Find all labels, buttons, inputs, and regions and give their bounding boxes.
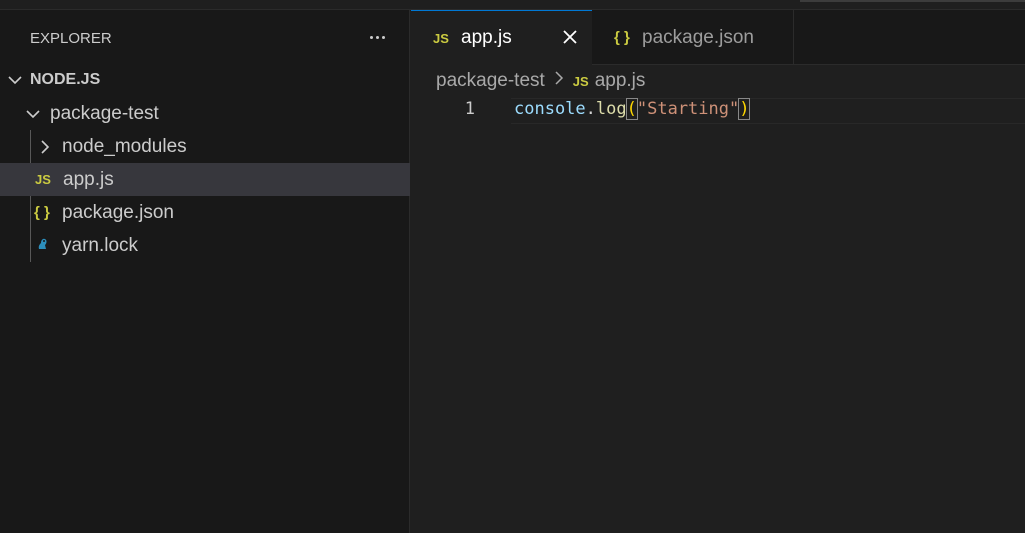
explorer-title: EXPLORER [30, 30, 112, 47]
tree-item-node-modules[interactable]: node_modules [0, 130, 410, 163]
code-line[interactable]: console.log("Starting") [514, 98, 751, 120]
ellipsis-icon[interactable] [364, 28, 390, 46]
chevron-right-icon [553, 70, 565, 92]
js-file-icon: JS [433, 30, 449, 46]
command-center[interactable] [800, 0, 1025, 2]
tree-item-label: app.js [63, 168, 114, 190]
tab-label: package.json [642, 26, 754, 48]
breadcrumb-file[interactable]: app.js [595, 70, 646, 92]
explorer-sidebar: EXPLORER NODE.JS package-test node_modul… [0, 10, 410, 533]
chevron-down-icon [24, 105, 42, 123]
code-editor[interactable]: 1 console.log("Starting") [411, 95, 1025, 533]
token-string: "Starting" [636, 99, 740, 119]
chevron-down-icon [6, 71, 24, 89]
tree-item-label: node_modules [62, 135, 187, 157]
json-file-icon: { } [34, 204, 50, 221]
token-object: console [514, 99, 586, 119]
tree-item-label: package.json [62, 201, 174, 223]
tab-label: app.js [461, 27, 512, 48]
breadcrumb: package-test JS app.js [436, 69, 645, 93]
json-file-icon: { } [614, 29, 630, 46]
tab-app-js[interactable]: JS app.js [411, 10, 592, 65]
js-file-icon: JS [35, 172, 51, 187]
chevron-right-icon [36, 138, 54, 156]
editor-tabs: JS app.js { } package.json [411, 10, 1025, 65]
token-close-paren: ) [738, 98, 751, 120]
yarn-icon [34, 234, 56, 258]
token-dot: . [585, 99, 596, 119]
tree-item-package-json[interactable]: { } package.json [0, 196, 410, 229]
js-file-icon: JS [572, 73, 589, 89]
tree-root-nodejs[interactable]: NODE.JS [0, 63, 410, 96]
tree-root-label: NODE.JS [30, 70, 101, 88]
tree-item-yarn-lock[interactable]: yarn.lock [0, 229, 410, 262]
token-open-paren: ( [625, 98, 638, 120]
tab-package-json[interactable]: { } package.json [592, 10, 794, 65]
close-icon[interactable] [560, 27, 580, 47]
tree-item-app-js[interactable]: JS app.js [0, 163, 410, 196]
breadcrumb-folder[interactable]: package-test [436, 70, 545, 92]
line-number: 1 [464, 99, 475, 119]
tree-folder-package-test[interactable]: package-test [0, 97, 410, 130]
title-bar-strip [0, 0, 1025, 10]
tree-item-label: yarn.lock [62, 234, 139, 256]
token-method: log [595, 99, 627, 119]
tree-folder-label: package-test [50, 102, 159, 124]
